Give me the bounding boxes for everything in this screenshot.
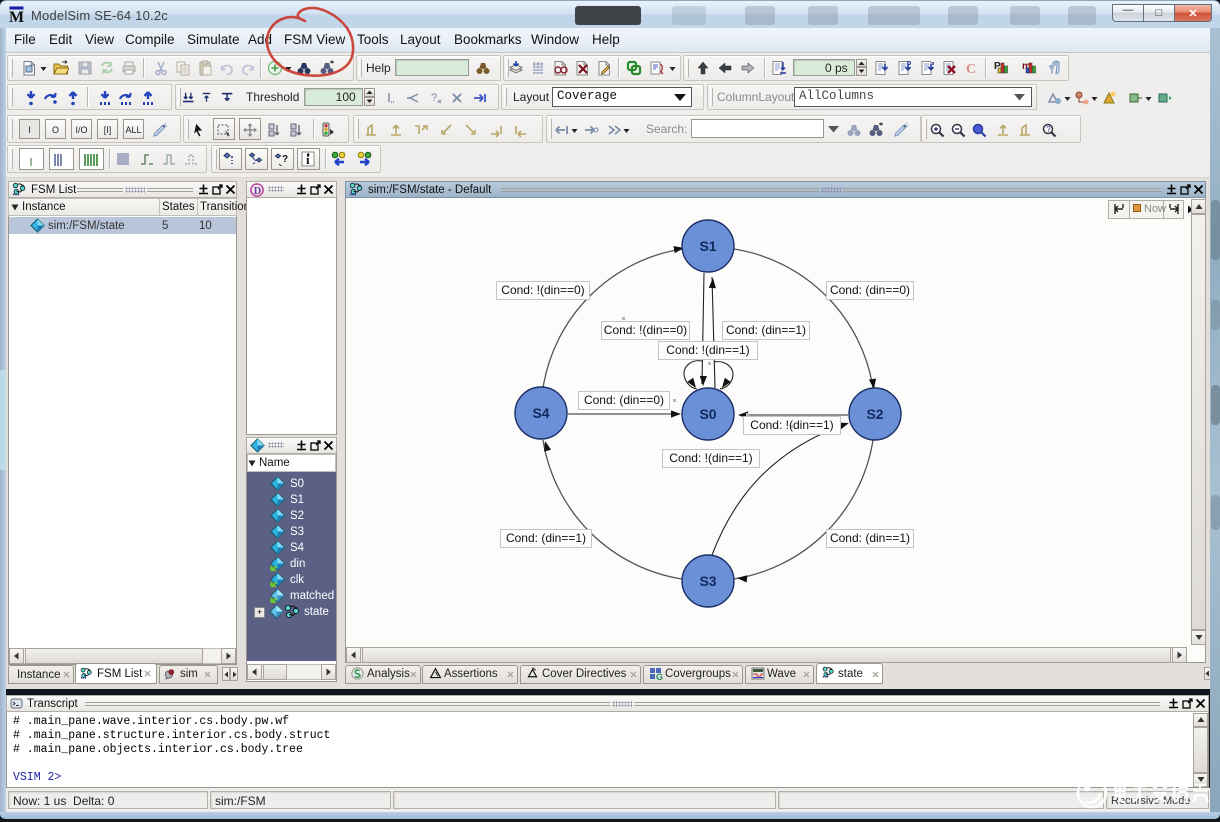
svg-text:M: M <box>9 9 24 23</box>
svg-text:?: ? <box>1046 125 1051 134</box>
svg-text:S1: S1 <box>699 238 716 254</box>
svg-text:S3: S3 <box>699 573 716 589</box>
svg-text:C: C <box>966 62 976 76</box>
svg-text:D: D <box>254 186 261 197</box>
svg-text:S4: S4 <box>532 405 549 421</box>
svg-text:?: ? <box>431 92 437 104</box>
svg-text:S0: S0 <box>699 406 716 422</box>
svg-text:G: G <box>656 672 663 681</box>
svg-text:?: ? <box>282 154 288 165</box>
svg-text:S2: S2 <box>866 406 883 422</box>
